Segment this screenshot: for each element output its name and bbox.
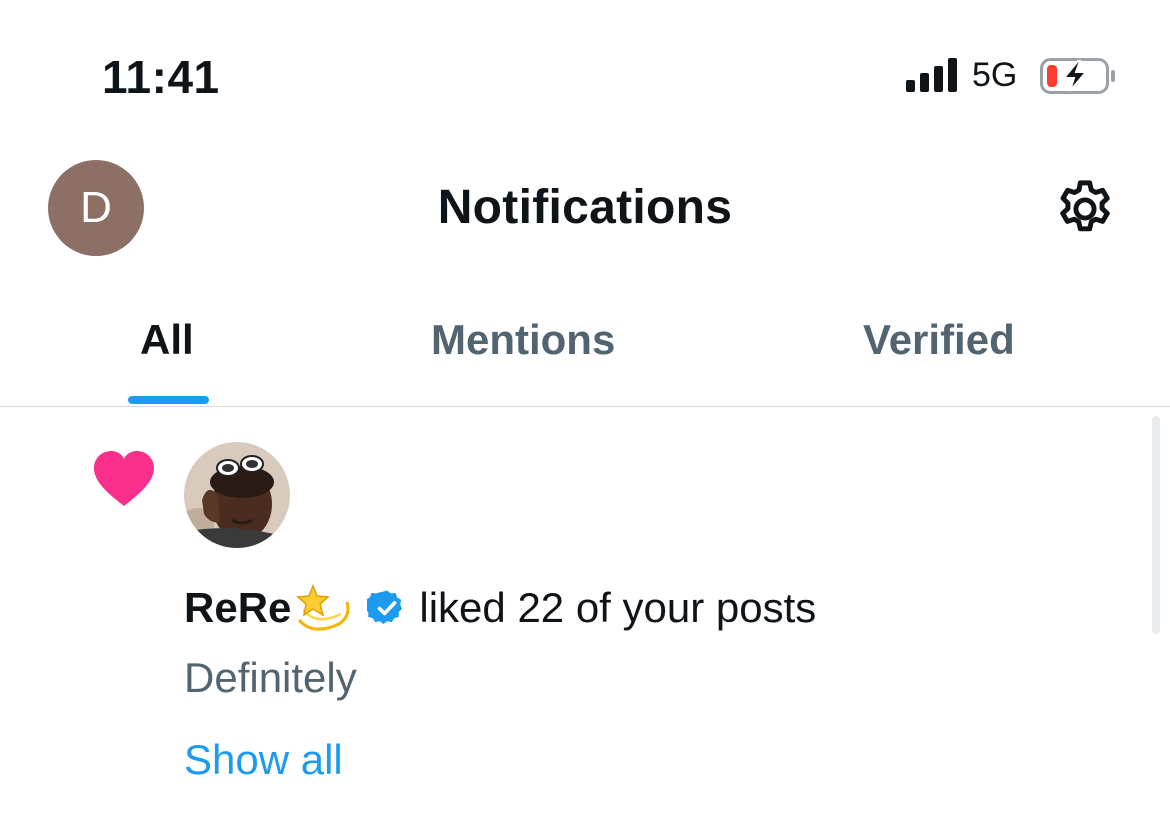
post-preview[interactable]: Definitely (184, 654, 357, 702)
notification-tabs: All Mentions Verified (0, 290, 1170, 407)
avatar-photo (184, 442, 290, 548)
scrollbar[interactable] (1152, 416, 1160, 634)
notification-item[interactable]: ReRe liked 22 of your posts Definitely S… (0, 408, 1170, 818)
dizzy-star-emoji (296, 583, 350, 631)
header: D Notifications (0, 140, 1170, 280)
tab-all[interactable]: All (140, 316, 194, 364)
status-bar: 11:41 5G (0, 0, 1170, 130)
show-all-link[interactable]: Show all (184, 736, 343, 784)
gear-icon[interactable] (1052, 176, 1118, 242)
heart-icon (94, 451, 154, 506)
actor-name[interactable]: ReRe (184, 584, 291, 632)
active-tab-indicator (128, 396, 209, 404)
tab-verified[interactable]: Verified (863, 316, 1015, 364)
status-time: 11:41 (102, 51, 220, 103)
notification-action: liked 22 of your posts (419, 584, 817, 631)
signal-bars-icon (906, 58, 957, 92)
tab-mentions[interactable]: Mentions (431, 316, 615, 364)
verified-badge-icon (367, 590, 403, 624)
page-title: Notifications (437, 181, 733, 234)
actor-avatar[interactable] (184, 442, 290, 548)
notification-text: ReRe liked 22 of your posts (184, 580, 816, 636)
battery-charging-icon (1040, 58, 1115, 94)
network-label: 5G (972, 56, 1018, 94)
